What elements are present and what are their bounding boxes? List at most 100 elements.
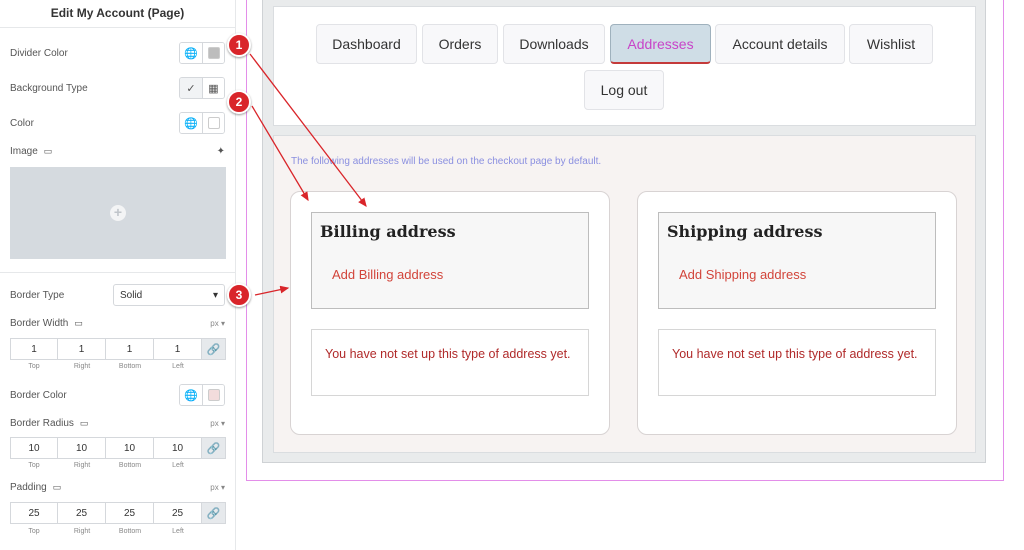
border-color-row: Border Color 🌐 xyxy=(10,384,225,406)
border-color-picker[interactable] xyxy=(202,385,224,405)
gradient-icon[interactable]: ▦ xyxy=(202,78,224,98)
ai-sparkle-icon[interactable]: ✦ xyxy=(217,146,225,157)
tab-dashboard[interactable]: Dashboard xyxy=(316,24,417,64)
panel-title: Edit My Account (Page) xyxy=(0,0,235,28)
unit-label: px xyxy=(210,419,219,428)
desktop-icon[interactable]: ▭ xyxy=(53,482,62,493)
background-type-control: ✓ ▦ xyxy=(179,77,225,99)
border-radius-row: Border Radius ▭ px ▾ xyxy=(10,418,225,429)
unit-label: px xyxy=(210,483,219,492)
billing-address-title: Billing address xyxy=(320,222,456,241)
desktop-icon[interactable]: ▭ xyxy=(74,318,83,329)
divider-color-row: Divider Color 🌐 xyxy=(10,42,225,64)
border-radius-top[interactable]: 10 xyxy=(10,437,58,459)
border-radius-dim-labels: Top Right Bottom Left xyxy=(10,462,226,469)
divider-color-label: Divider Color xyxy=(10,47,68,59)
padding-row: Padding ▭ px ▾ xyxy=(10,482,225,493)
dim-label-left: Left xyxy=(172,462,184,469)
billing-address-card: Billing address Add Billing address You … xyxy=(290,191,610,435)
editor-panel: Edit My Account (Page) Divider Color 🌐 B… xyxy=(0,0,236,550)
add-billing-address-link[interactable]: Add Billing address xyxy=(332,267,443,282)
padding-dim-labels: Top Right Bottom Left xyxy=(10,528,226,535)
dim-label-left: Left xyxy=(172,528,184,535)
border-width-inputs: 1 1 1 1 🔗 xyxy=(10,338,226,360)
dim-label-bottom: Bottom xyxy=(118,528,142,535)
border-radius-label: Border Radius xyxy=(10,418,74,429)
border-width-row: Border Width ▭ px ▾ xyxy=(10,318,225,329)
image-dropzone[interactable]: + xyxy=(10,167,226,259)
tab-addresses[interactable]: Addresses xyxy=(610,24,711,64)
dim-label-top: Top xyxy=(28,528,40,535)
color-row: Color 🌐 xyxy=(10,112,225,134)
tab-wishlist[interactable]: Wishlist xyxy=(849,24,933,64)
shipping-address-header: Shipping address Add Shipping address xyxy=(658,212,936,309)
padding-top[interactable]: 25 xyxy=(10,502,58,524)
border-width-dim-labels: Top Right Bottom Left xyxy=(10,363,226,370)
billing-address-header: Billing address Add Billing address xyxy=(311,212,589,309)
addresses-notice: The following addresses will be used on … xyxy=(291,156,602,167)
color-control: 🌐 xyxy=(179,112,225,134)
global-icon[interactable]: 🌐 xyxy=(180,113,202,133)
add-image-icon[interactable]: + xyxy=(110,205,126,221)
tab-account-details[interactable]: Account details xyxy=(715,24,845,64)
border-width-top[interactable]: 1 xyxy=(10,338,58,360)
dim-label-bottom: Bottom xyxy=(118,363,142,370)
global-icon[interactable]: 🌐 xyxy=(180,385,202,405)
border-color-control: 🌐 xyxy=(179,384,225,406)
border-width-bottom[interactable]: 1 xyxy=(106,338,154,360)
tab-log-out[interactable]: Log out xyxy=(584,70,664,110)
dim-label-top: Top xyxy=(28,462,40,469)
border-radius-right[interactable]: 10 xyxy=(58,437,106,459)
global-icon[interactable]: 🌐 xyxy=(180,43,202,63)
billing-address-message: You have not set up this type of address… xyxy=(311,329,589,396)
padding-bottom[interactable]: 25 xyxy=(106,502,154,524)
padding-left[interactable]: 25 xyxy=(154,502,202,524)
background-type-label: Background Type xyxy=(10,82,88,94)
border-type-label: Border Type xyxy=(10,289,65,301)
shipping-address-title: Shipping address xyxy=(667,222,823,241)
brush-icon[interactable]: ✓ xyxy=(180,78,202,98)
unit-select[interactable]: px ▾ xyxy=(210,483,225,492)
add-shipping-address-link[interactable]: Add Shipping address xyxy=(679,267,806,282)
border-radius-inputs: 10 10 10 10 🔗 xyxy=(10,437,226,459)
border-width-right[interactable]: 1 xyxy=(58,338,106,360)
image-label: Image xyxy=(10,146,38,157)
dim-label-right: Right xyxy=(73,462,91,469)
border-type-row: Border Type Solid ▾ xyxy=(10,284,225,306)
dim-label-top: Top xyxy=(28,363,40,370)
unit-select[interactable]: px ▾ xyxy=(210,319,225,328)
shipping-address-message: You have not set up this type of address… xyxy=(658,329,936,396)
border-width-label: Border Width xyxy=(10,318,69,329)
chevron-down-icon: ▾ xyxy=(212,289,218,301)
dim-label-right: Right xyxy=(73,363,91,370)
annotation-marker-2: 2 xyxy=(227,90,251,114)
annotation-marker-3: 3 xyxy=(227,283,251,307)
desktop-icon[interactable]: ▭ xyxy=(80,418,89,429)
dim-label-right: Right xyxy=(73,528,91,535)
link-icon[interactable]: 🔗 xyxy=(202,437,226,459)
padding-label: Padding xyxy=(10,482,47,493)
annotation-marker-1: 1 xyxy=(227,33,251,57)
padding-inputs: 25 25 25 25 🔗 xyxy=(10,502,226,524)
color-picker[interactable] xyxy=(202,113,224,133)
unit-select[interactable]: px ▾ xyxy=(210,419,225,428)
divider-color-control: 🌐 xyxy=(179,42,225,64)
background-type-row: Background Type ✓ ▦ xyxy=(10,77,225,99)
shipping-address-card: Shipping address Add Shipping address Yo… xyxy=(637,191,957,435)
unit-label: px xyxy=(210,319,219,328)
border-radius-left[interactable]: 10 xyxy=(154,437,202,459)
tab-downloads[interactable]: Downloads xyxy=(503,24,605,64)
padding-right[interactable]: 25 xyxy=(58,502,106,524)
border-width-left[interactable]: 1 xyxy=(154,338,202,360)
border-radius-bottom[interactable]: 10 xyxy=(106,437,154,459)
dim-label-bottom: Bottom xyxy=(118,462,142,469)
link-icon[interactable]: 🔗 xyxy=(202,338,226,360)
section-divider xyxy=(0,272,236,273)
dim-label-left: Left xyxy=(172,363,184,370)
border-type-select[interactable]: Solid ▾ xyxy=(113,284,225,306)
tab-orders[interactable]: Orders xyxy=(422,24,498,64)
desktop-icon[interactable]: ▭ xyxy=(44,146,53,157)
link-icon[interactable]: 🔗 xyxy=(202,502,226,524)
border-type-value: Solid xyxy=(120,289,143,301)
divider-color-picker[interactable] xyxy=(202,43,224,63)
